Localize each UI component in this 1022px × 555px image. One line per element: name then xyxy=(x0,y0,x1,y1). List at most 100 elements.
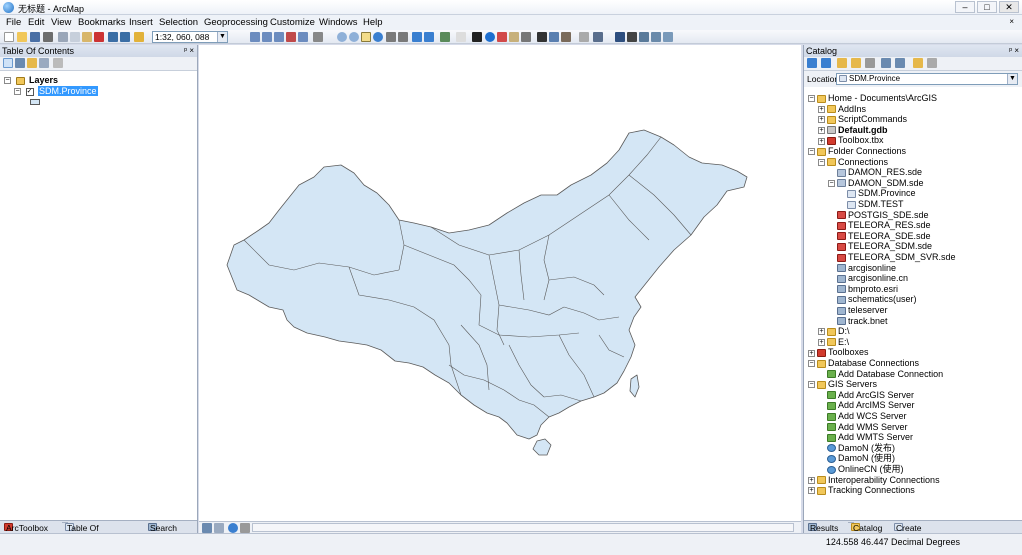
catalog-tree-item[interactable]: DamoN (发布) xyxy=(818,443,895,453)
catalog-tree-item[interactable]: SDM.Province xyxy=(838,188,916,198)
clear-selection-icon[interactable] xyxy=(456,32,466,42)
catalog-tree-item[interactable]: DAMON_RES.sde xyxy=(828,167,922,177)
menu-view[interactable]: View xyxy=(51,17,71,28)
expand-icon[interactable]: + xyxy=(808,476,815,484)
measure-icon[interactable] xyxy=(521,32,531,42)
horizontal-scrollbar[interactable] xyxy=(252,523,794,532)
catalog-tree-item[interactable]: Add WMS Server xyxy=(818,422,908,432)
save-icon[interactable] xyxy=(30,32,40,42)
add-data-icon[interactable] xyxy=(134,32,144,42)
menu-file[interactable]: File xyxy=(6,17,21,28)
menu-bookmarks[interactable]: Bookmarks xyxy=(78,17,126,28)
collapse-icon[interactable]: − xyxy=(14,88,21,96)
catalog-tree-item[interactable]: bmproto.esri xyxy=(828,284,898,294)
search-window-icon[interactable] xyxy=(286,32,296,42)
forward-extent-icon[interactable] xyxy=(424,32,434,42)
menu-customize[interactable]: Customize xyxy=(270,17,315,28)
catalog-tree-item[interactable]: + Toolboxes xyxy=(808,347,869,357)
menu-windows[interactable]: Windows xyxy=(319,17,358,28)
catalog-tree-item[interactable]: + Toolbox.tbx xyxy=(818,135,884,145)
print-icon[interactable] xyxy=(43,32,53,42)
expand-icon[interactable]: + xyxy=(818,105,825,113)
catalog-tree-item[interactable]: Add WCS Server xyxy=(818,411,907,421)
catalog-tree-item[interactable]: − Connections xyxy=(818,157,888,167)
expand-icon[interactable]: + xyxy=(818,126,825,134)
map-scale-combo[interactable]: 1:32, 060, 088 ▼ xyxy=(152,31,228,43)
menu-geoprocessing[interactable]: Geoprocessing xyxy=(204,17,268,28)
catalog-tree-item[interactable]: − Folder Connections xyxy=(808,146,906,156)
expand-icon[interactable]: + xyxy=(818,137,825,145)
catalog-tree-item[interactable]: Add WMTS Server xyxy=(818,432,913,442)
location-input[interactable]: SDM.Province ▼ xyxy=(836,73,1018,85)
open-icon[interactable] xyxy=(17,32,27,42)
chevron-down-icon[interactable]: ▼ xyxy=(1007,74,1017,84)
expand-icon[interactable]: + xyxy=(818,116,825,124)
catalog-tree-item[interactable]: TELEORA_SDM.sde xyxy=(828,241,932,251)
minimize-button[interactable]: – xyxy=(955,1,975,13)
expand-icon[interactable]: + xyxy=(818,328,825,336)
toc-window-icon[interactable] xyxy=(262,32,272,42)
catalog-tree-item[interactable]: + AddIns xyxy=(818,104,866,114)
toc-pin-close-icon[interactable]: ᵖ × xyxy=(184,45,194,57)
paste-icon[interactable] xyxy=(82,32,92,42)
copy-icon[interactable] xyxy=(70,32,80,42)
collapse-icon[interactable]: − xyxy=(808,95,815,103)
catalog-tree-item[interactable]: TELEORA_RES.sde xyxy=(828,220,931,230)
catalog-pin-close-icon[interactable]: ᵖ × xyxy=(1009,45,1019,57)
back-extent-icon[interactable] xyxy=(412,32,422,42)
tab-table-of-contents[interactable]: Table Of Contents xyxy=(62,522,101,543)
layer-row-sdm-province[interactable]: − ✓ SDM.Province xyxy=(14,86,98,96)
collapse-icon[interactable]: − xyxy=(808,381,815,389)
arctoolbox-icon[interactable] xyxy=(298,32,308,42)
catalog-tree-item[interactable]: arcgisonline xyxy=(828,263,896,273)
find-icon[interactable] xyxy=(537,32,547,42)
redo-icon[interactable] xyxy=(120,32,130,42)
views-icon[interactable] xyxy=(881,58,891,68)
catalog-tree-item[interactable]: arcgisonline.cn xyxy=(828,273,908,283)
full-extent-icon[interactable] xyxy=(373,32,383,42)
expand-icon[interactable]: + xyxy=(808,487,815,495)
catalog-options-icon[interactable] xyxy=(927,58,937,68)
data-view-icon[interactable] xyxy=(639,32,649,42)
catalog-tree-item[interactable]: teleserver xyxy=(828,305,888,315)
collapse-icon[interactable]: − xyxy=(808,148,815,156)
list-by-visibility-icon[interactable] xyxy=(27,58,37,68)
catalog-tree-item[interactable]: − GIS Servers xyxy=(808,379,877,389)
catalog-tree-item[interactable]: − Database Connections xyxy=(808,358,919,368)
go-to-xy-icon[interactable] xyxy=(561,32,571,42)
data-view-icon[interactable] xyxy=(202,523,212,533)
delete-icon[interactable] xyxy=(94,32,104,42)
list-by-drawing-order-icon[interactable] xyxy=(3,58,13,68)
layers-icon[interactable] xyxy=(627,32,637,42)
catalog-tree-item[interactable]: Add ArcGIS Server xyxy=(818,390,914,400)
forward-icon[interactable] xyxy=(821,58,831,68)
collapse-icon[interactable]: − xyxy=(828,179,835,187)
time-slider-icon[interactable] xyxy=(579,32,589,42)
catalog-tree-item[interactable]: DamoN (使用) xyxy=(818,453,895,463)
find-route-icon[interactable] xyxy=(549,32,559,42)
select-features-icon[interactable] xyxy=(440,32,450,42)
catalog-tree-item[interactable]: OnlineCN (使用) xyxy=(818,464,904,474)
zoom-out-icon[interactable] xyxy=(349,32,359,42)
up-one-level-icon[interactable] xyxy=(837,58,847,68)
hyperlink-icon[interactable] xyxy=(497,32,507,42)
refresh-icon[interactable] xyxy=(228,523,238,533)
editor-icon[interactable] xyxy=(250,32,260,42)
options-icon[interactable] xyxy=(663,32,673,42)
fixed-zoom-out-icon[interactable] xyxy=(398,32,408,42)
layer-visibility-checkbox[interactable]: ✓ xyxy=(25,87,34,96)
cut-icon[interactable] xyxy=(58,32,68,42)
connect-to-folder-icon[interactable] xyxy=(851,58,861,68)
menu-edit[interactable]: Edit xyxy=(28,17,44,28)
expand-icon[interactable]: + xyxy=(818,338,825,346)
tools-icon[interactable] xyxy=(651,32,661,42)
collapse-icon[interactable]: − xyxy=(818,158,825,166)
catalog-tree-item[interactable]: + Interoperability Connections xyxy=(808,475,940,485)
identify-icon[interactable] xyxy=(485,32,495,42)
menu-close-icon[interactable]: × xyxy=(1009,17,1014,26)
catalog-tree-item[interactable]: + Tracking Connections xyxy=(808,485,915,495)
collapse-icon[interactable]: − xyxy=(808,360,815,368)
pan-icon[interactable] xyxy=(361,32,371,42)
maximize-button[interactable]: □ xyxy=(977,1,997,13)
map-view[interactable] xyxy=(199,45,801,521)
